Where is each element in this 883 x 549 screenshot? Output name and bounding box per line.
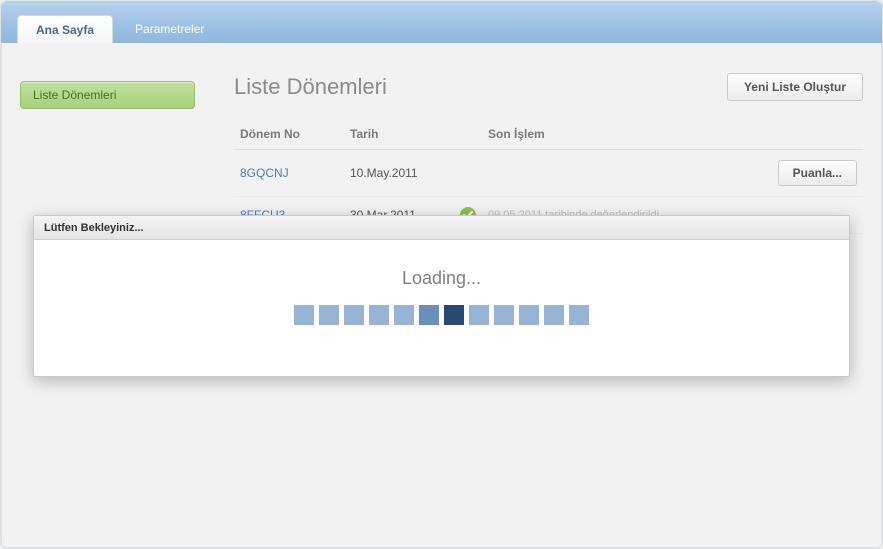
loading-square [519,305,539,325]
loading-text: Loading... [34,268,849,289]
tab-parameters-label: Parametreler [135,22,204,36]
sidebar: Liste Dönemleri [20,61,210,234]
period-status [454,150,482,197]
sidebar-item-label: Liste Dönemleri [33,88,116,102]
col-action [753,119,863,150]
loading-square [394,305,414,325]
loading-square [544,305,564,325]
loading-modal-title: Lütfen Bekleyiniz... [34,216,849,240]
col-donem-no: Dönem No [234,119,344,150]
score-button[interactable]: Puanla... [778,160,857,186]
score-button-label: Puanla... [793,166,842,180]
loading-square [569,305,589,325]
loading-square [369,305,389,325]
table-row: 8GQCNJ 10.May.2011 Puanla... [234,150,863,197]
loading-square [294,305,314,325]
new-list-button[interactable]: Yeni Liste Oluştur [727,73,863,101]
loading-modal-body: Loading... [34,240,849,376]
main-area: Liste Dönemleri Yeni Liste Oluştur Dönem… [234,61,863,234]
loading-square [469,305,489,325]
period-link[interactable]: 8GQCNJ [240,166,289,180]
loading-square [344,305,364,325]
loading-modal: Lütfen Bekleyiniz... Loading... [33,215,850,377]
tab-parameters[interactable]: Parametreler [117,15,222,43]
tab-bar: Ana Sayfa Parametreler [1,1,882,43]
loading-bar [294,305,589,325]
loading-square [419,305,439,325]
col-tarih: Tarih [344,119,454,150]
loading-square [444,305,464,325]
tab-home[interactable]: Ana Sayfa [17,15,113,43]
loading-square [319,305,339,325]
page-title: Liste Dönemleri [234,74,387,100]
tab-home-label: Ana Sayfa [36,23,94,37]
loading-square [494,305,514,325]
app-frame: Ana Sayfa Parametreler Liste Dönemleri L… [0,0,883,549]
sidebar-item-liste-donemleri[interactable]: Liste Dönemleri [20,81,195,109]
period-date: 10.May.2011 [344,150,454,197]
col-status [454,119,482,150]
new-list-button-label: Yeni Liste Oluştur [744,80,846,94]
col-son-islem: Son İşlem [482,119,753,150]
